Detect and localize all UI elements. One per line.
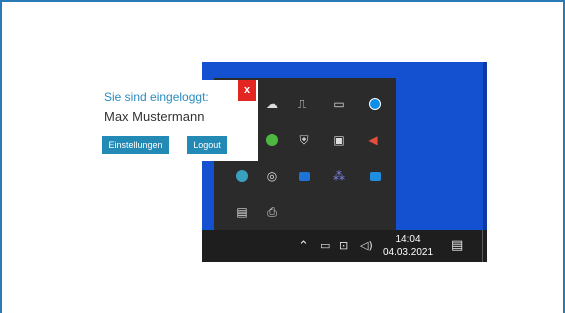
screen-app-icon[interactable] bbox=[367, 168, 383, 184]
close-button[interactable]: x bbox=[238, 80, 256, 101]
user-name: Max Mustermann bbox=[104, 109, 205, 124]
logout-button[interactable]: Logout bbox=[187, 136, 227, 154]
display-icon[interactable]: ▣ bbox=[331, 132, 347, 148]
teams-icon[interactable]: ⁂ bbox=[331, 168, 347, 184]
sync-icon[interactable] bbox=[264, 132, 280, 148]
dropbox-icon[interactable]: ▤ bbox=[234, 204, 250, 220]
outlook-icon[interactable] bbox=[296, 168, 312, 184]
battery-icon[interactable]: ▭ bbox=[320, 238, 330, 254]
chevron-up-icon[interactable]: ⌃ bbox=[298, 239, 309, 255]
taskbar: ⌃ ▭ ⊡ ◁) 14:04 04.03.2021 ▤ bbox=[202, 230, 487, 262]
notification-icon[interactable]: ▤ bbox=[451, 238, 463, 254]
monitor-icon[interactable]: ▭ bbox=[331, 96, 347, 112]
volume-icon[interactable]: ◁) bbox=[360, 238, 373, 254]
cloud-off-icon[interactable]: ☁ bbox=[264, 96, 280, 112]
clock-date: 04.03.2021 bbox=[382, 247, 434, 258]
login-status-text: Sie sind eingeloggt: bbox=[104, 90, 209, 104]
usb-icon[interactable]: ⎍ bbox=[294, 96, 310, 112]
clock-time: 14:04 bbox=[395, 234, 421, 245]
security-shield-icon[interactable]: ⛨ bbox=[296, 132, 312, 148]
show-desktop-divider[interactable] bbox=[482, 230, 483, 262]
taskbar-clock[interactable]: 14:04 04.03.2021 bbox=[382, 233, 434, 259]
teamviewer-icon[interactable] bbox=[367, 96, 383, 112]
speaker-icon[interactable]: ◀ bbox=[365, 132, 381, 148]
globe-icon[interactable] bbox=[234, 168, 250, 184]
network-icon[interactable]: ⊡ bbox=[339, 238, 348, 254]
settings-button[interactable]: Einstellungen bbox=[102, 136, 169, 154]
spiral-app-icon[interactable]: ◎ bbox=[264, 168, 280, 184]
printer-icon[interactable]: ⎙ bbox=[264, 204, 280, 220]
